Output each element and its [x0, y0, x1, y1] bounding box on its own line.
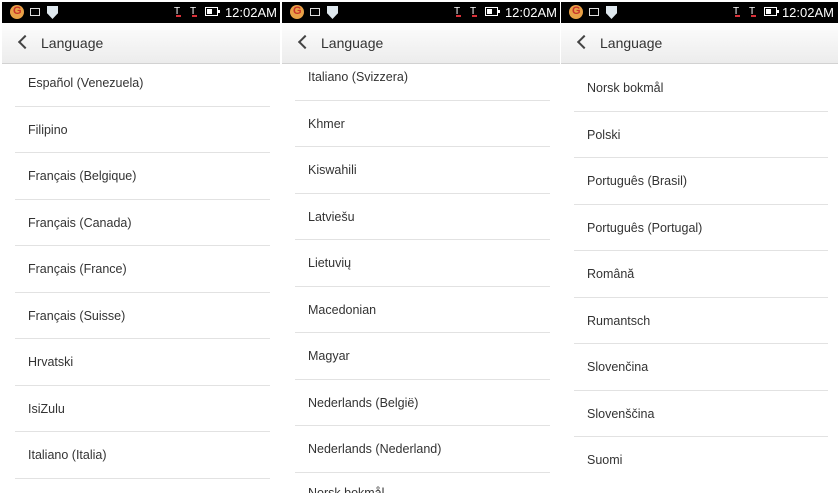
language-item[interactable]: Lietuvių — [295, 240, 550, 287]
language-list: Norsk bokmål Polski Português (Brasil) P… — [574, 65, 828, 484]
shield-icon — [606, 6, 617, 19]
language-item[interactable]: Khmer — [295, 101, 550, 147]
language-item[interactable]: Français (Suisse) — [15, 293, 270, 339]
signal-sim2-icon: T — [470, 6, 480, 18]
signal-sim1-icon: T — [454, 6, 464, 18]
status-time: 12:02AM — [504, 5, 557, 20]
language-item[interactable]: Français (France) — [15, 246, 270, 293]
battery-icon — [764, 7, 779, 16]
language-item[interactable]: Français (Belgique) — [15, 153, 270, 200]
app-notification-icon — [569, 5, 583, 19]
language-item[interactable]: Slovenčina — [574, 344, 828, 391]
language-item[interactable]: Português (Portugal) — [574, 205, 828, 251]
app-notification-icon — [10, 5, 24, 19]
language-item[interactable]: Rumantsch — [574, 298, 828, 344]
screen-panel-3: T T 12:02AM Language Norsk bokmål Polski… — [561, 0, 838, 496]
language-item[interactable]: Português (Brasil) — [574, 158, 828, 205]
signal-sim1-icon: T — [174, 6, 184, 18]
status-bar: T T 12:02AM — [282, 2, 560, 23]
page-title: Language — [41, 35, 104, 51]
action-bar: Language — [2, 23, 280, 64]
back-arrow-icon[interactable] — [576, 34, 592, 50]
language-item[interactable]: Français (Canada) — [15, 200, 270, 246]
language-item[interactable]: Filipino — [15, 107, 270, 153]
screen-panel-2: T T 12:02AM Language Italiano (Svizzera)… — [282, 0, 560, 496]
language-item[interactable]: Nederlands (Nederland) — [295, 426, 550, 473]
language-item[interactable]: Kiswahili — [295, 147, 550, 194]
language-item[interactable]: Latviešu — [295, 194, 550, 240]
app-notification-icon — [290, 5, 304, 19]
language-item[interactable]: Italiano (Svizzera) — [295, 54, 550, 101]
language-item[interactable]: Nederlands (België) — [295, 380, 550, 426]
language-item[interactable]: Italiano (Italia) — [15, 432, 270, 479]
image-notification-icon — [310, 8, 320, 16]
language-item[interactable]: Magyar — [295, 333, 550, 380]
signal-sim2-icon: T — [749, 6, 759, 18]
language-item[interactable]: Español (Venezuela) — [15, 60, 270, 107]
status-time: 12:02AM — [781, 5, 834, 20]
battery-icon — [485, 7, 500, 16]
page-title: Language — [600, 35, 663, 51]
back-arrow-icon[interactable] — [297, 34, 313, 50]
page-title: Language — [321, 35, 384, 51]
language-item[interactable]: Polski — [574, 112, 828, 158]
language-item[interactable]: Norsk bokmål — [295, 473, 550, 493]
language-item[interactable]: IsiZulu — [15, 386, 270, 432]
status-bar: T T 12:02AM — [2, 2, 280, 23]
image-notification-icon — [589, 8, 599, 16]
language-item[interactable]: Suomi — [574, 437, 828, 484]
signal-sim1-icon: T — [733, 6, 743, 18]
language-list: Italiano (Svizzera) Khmer Kiswahili Latv… — [295, 54, 550, 493]
image-notification-icon — [30, 8, 40, 16]
status-time: 12:02AM — [224, 5, 277, 20]
language-item[interactable]: Hrvatski — [15, 339, 270, 386]
back-arrow-icon[interactable] — [17, 34, 33, 50]
language-item[interactable]: Română — [574, 251, 828, 298]
battery-icon — [205, 7, 220, 16]
signal-sim2-icon: T — [190, 6, 200, 18]
language-item-label: Norsk bokmål — [308, 485, 385, 493]
language-item[interactable]: Slovenščina — [574, 391, 828, 437]
status-bar: T T 12:02AM — [561, 2, 838, 23]
action-bar: Language — [561, 23, 838, 64]
shield-icon — [47, 6, 58, 19]
shield-icon — [327, 6, 338, 19]
screen-panel-1: T T 12:02AM Language Español (Venezuela)… — [2, 0, 280, 496]
language-item[interactable]: Norsk bokmål — [574, 65, 828, 112]
language-list: Español (Venezuela) Filipino Français (B… — [15, 60, 270, 479]
language-item[interactable]: Macedonian — [295, 287, 550, 333]
